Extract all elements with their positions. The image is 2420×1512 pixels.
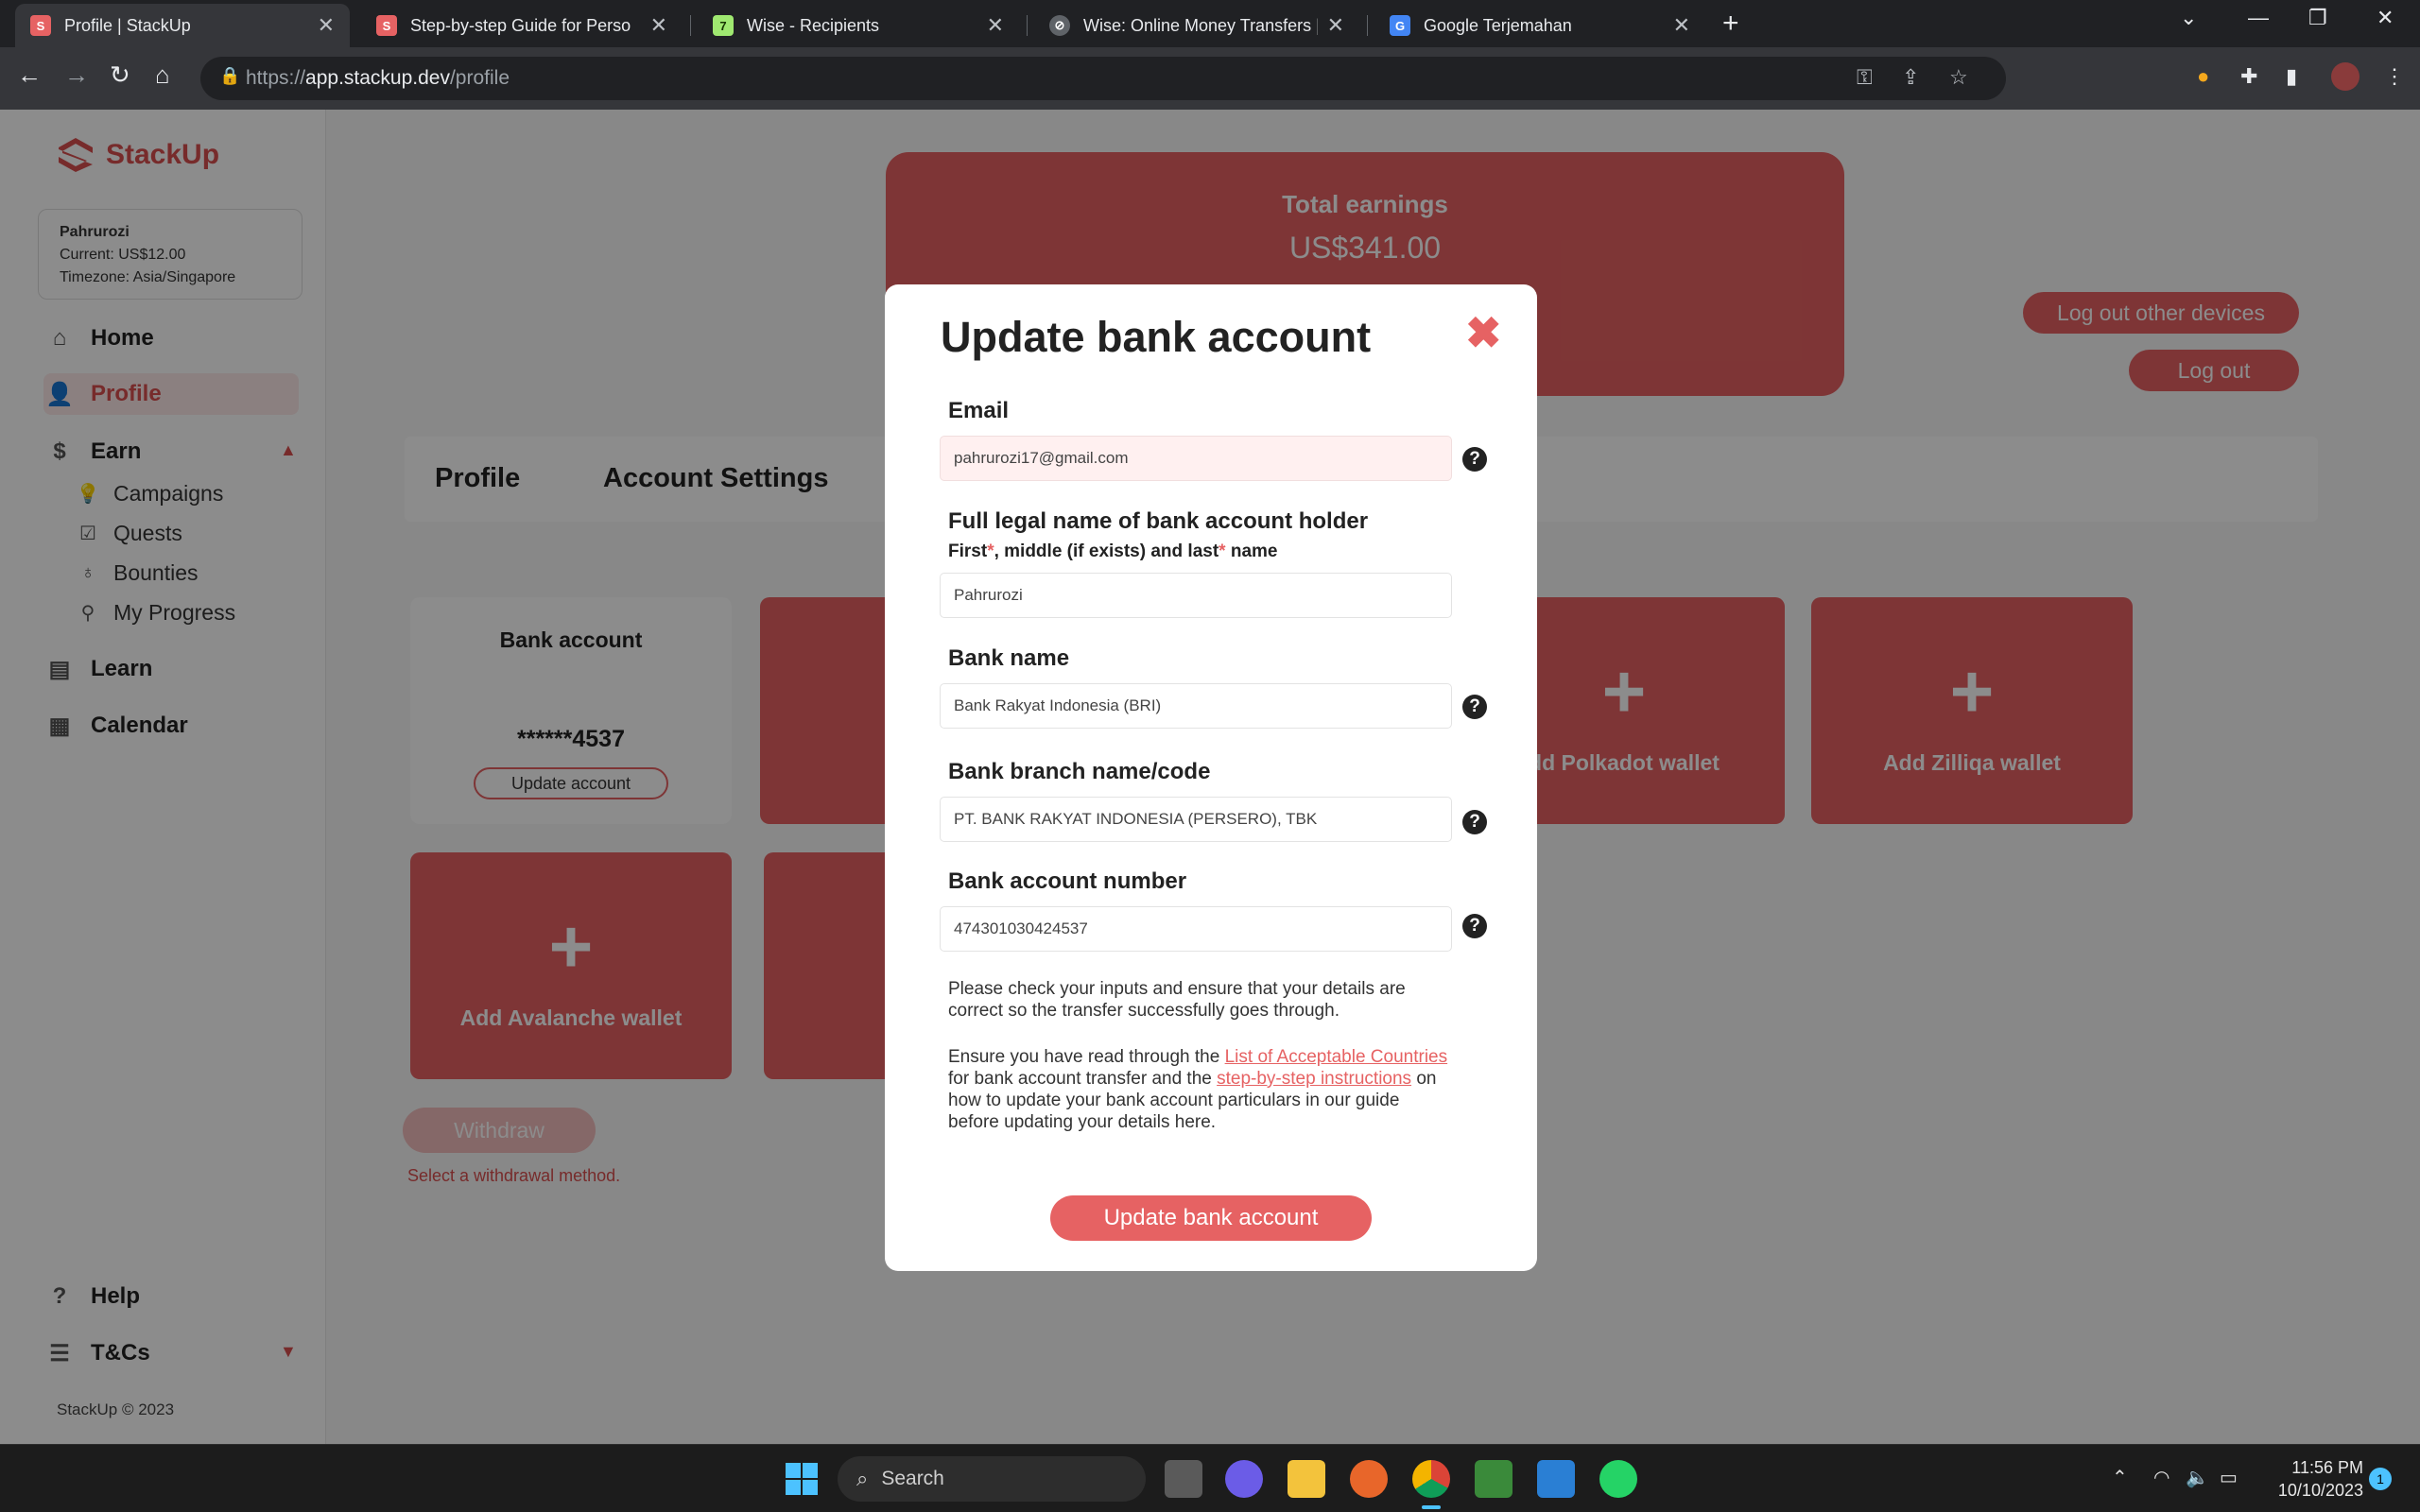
stackup-favicon-icon: S <box>30 15 51 36</box>
side-panel-icon[interactable]: ▮ <box>2286 64 2297 89</box>
acceptable-countries-link[interactable]: List of Acceptable Countries <box>1225 1047 1448 1067</box>
close-tab-icon[interactable]: ✕ <box>1673 13 1690 38</box>
browser-toolbar: ← → ↻ ⌂ 🔒 https://app.stackup.dev/profil… <box>0 47 2420 110</box>
holder-label: Full legal name of bank account holder <box>948 508 1369 534</box>
close-tab-icon[interactable]: ✕ <box>650 13 667 38</box>
holder-sublabel: First*, middle (if exists) and last* nam… <box>948 541 1278 561</box>
account-holder-field[interactable]: Pahrurozi <box>940 573 1452 618</box>
restore-icon[interactable]: ❐ <box>2308 6 2327 30</box>
guide-note: Ensure you have read through the List of… <box>948 1047 1448 1132</box>
help-icon[interactable]: ? <box>1462 695 1487 719</box>
close-tab-icon[interactable]: ✕ <box>987 13 1004 38</box>
branch-label: Bank branch name/code <box>948 759 1211 784</box>
teams-chat-icon[interactable] <box>1225 1460 1263 1498</box>
bank-branch-field[interactable]: PT. BANK RAKYAT INDONESIA (PERSERO), TBK <box>940 797 1452 842</box>
whatsapp-icon[interactable] <box>1599 1460 1637 1498</box>
reload-icon[interactable]: ↻ <box>110 60 130 90</box>
close-window-icon[interactable]: ✕ <box>2377 6 2394 30</box>
email-field[interactable]: pahrurozi17@gmail.com <box>940 436 1452 481</box>
system-clock[interactable]: 11:56 PM 10/10/2023 <box>2259 1456 2363 1502</box>
account-number-label: Bank account number <box>948 868 1187 894</box>
profile-avatar[interactable] <box>2331 62 2360 91</box>
stackup-favicon-icon: S <box>376 15 397 36</box>
browser-tab-google-translate[interactable]: G Google Terjemahan ✕ <box>1374 4 1705 47</box>
close-tab-icon[interactable]: ✕ <box>1327 13 1344 38</box>
active-app-indicator <box>1422 1505 1441 1509</box>
bookmark-star-icon[interactable]: ☆ <box>1949 65 1968 90</box>
tab-separator <box>1027 15 1028 36</box>
firefox-icon[interactable] <box>1350 1460 1388 1498</box>
back-icon[interactable]: ← <box>17 60 42 90</box>
google-translate-favicon-icon: G <box>1390 15 1410 36</box>
windows-start-icon[interactable] <box>783 1460 821 1498</box>
volume-icon[interactable]: 🔈 <box>2186 1466 2209 1489</box>
extension-icon[interactable]: ● <box>2197 64 2209 89</box>
wifi-icon[interactable]: ◠ <box>2153 1466 2169 1489</box>
wise-favicon-icon: 7 <box>713 15 734 36</box>
url-text[interactable]: https://app.stackup.dev/profile <box>246 67 510 90</box>
help-icon[interactable]: ? <box>1462 447 1487 472</box>
tab-separator <box>1367 15 1368 36</box>
step-by-step-link[interactable]: step-by-step instructions <box>1217 1069 1411 1089</box>
check-inputs-note: Please check your inputs and ensure that… <box>948 979 1406 1021</box>
password-key-icon[interactable]: ⚿ <box>1857 65 1873 90</box>
minimize-icon[interactable]: — <box>2248 6 2269 30</box>
home-icon[interactable]: ⌂ <box>155 60 170 90</box>
chrome-icon[interactable] <box>1412 1460 1450 1498</box>
browser-tab-guide[interactable]: S Step-by-step Guide for Perso ✕ <box>361 4 683 47</box>
tab-separator <box>690 15 691 36</box>
bank-name-label: Bank name <box>948 645 1070 671</box>
email-label: Email <box>948 398 1010 423</box>
browser-tab-stackup[interactable]: S Profile | StackUp ✕ <box>15 4 350 47</box>
new-tab-icon[interactable]: + <box>1722 8 1739 40</box>
close-tab-icon[interactable]: ✕ <box>318 13 335 38</box>
vscode-icon[interactable] <box>1537 1460 1575 1498</box>
extensions-puzzle-icon[interactable]: ✚ <box>2240 64 2257 89</box>
address-bar[interactable]: 🔒 https://app.stackup.dev/profile ⚿ ⇪ ☆ <box>200 57 2006 100</box>
battery-icon[interactable]: ▭ <box>2220 1466 2238 1489</box>
app-icon[interactable] <box>1475 1460 1512 1498</box>
lock-icon: 🔒 <box>219 66 241 85</box>
browser-tab-strip: S Profile | StackUp ✕ S Step-by-step Gui… <box>0 0 2420 47</box>
share-icon[interactable]: ⇪ <box>1902 65 1919 90</box>
close-icon[interactable]: ✖ <box>1465 311 1502 354</box>
modal-title: Update bank account <box>941 313 1372 361</box>
notification-badge[interactable]: 1 <box>2369 1468 2392 1490</box>
update-bank-account-button[interactable]: Update bank account <box>1050 1195 1372 1241</box>
windows-taskbar: ⌕ Search ⌃ ◠ 🔈 ▭ 11:56 PM 10/10/2023 1 <box>0 1444 2420 1512</box>
update-bank-account-modal: Update bank account ✖ Email pahrurozi17@… <box>885 284 1537 1271</box>
browser-tab-wise-recipients[interactable]: 7 Wise - Recipients ✕ <box>698 4 1019 47</box>
account-number-field[interactable]: 474301030424537 <box>940 906 1452 952</box>
file-explorer-icon[interactable] <box>1288 1460 1325 1498</box>
taskbar-search[interactable]: ⌕ Search <box>838 1456 1146 1502</box>
forward-icon[interactable]: → <box>64 60 89 90</box>
help-icon[interactable]: ? <box>1462 810 1487 834</box>
task-view-icon[interactable] <box>1165 1460 1202 1498</box>
search-icon: ⌕ <box>856 1467 869 1490</box>
browser-tab-wise-transfers[interactable]: ⊘ Wise: Online Money Transfers | In ✕ <box>1034 4 1359 47</box>
bank-name-field[interactable]: Bank Rakyat Indonesia (BRI) <box>940 683 1452 729</box>
wise-favicon-icon: ⊘ <box>1049 15 1070 36</box>
chevron-up-icon[interactable]: ⌃ <box>2112 1466 2128 1489</box>
tab-search-icon[interactable]: ⌄ <box>2180 6 2197 30</box>
chrome-menu-icon[interactable]: ⋮ <box>2384 64 2405 89</box>
help-icon[interactable]: ? <box>1462 914 1487 938</box>
